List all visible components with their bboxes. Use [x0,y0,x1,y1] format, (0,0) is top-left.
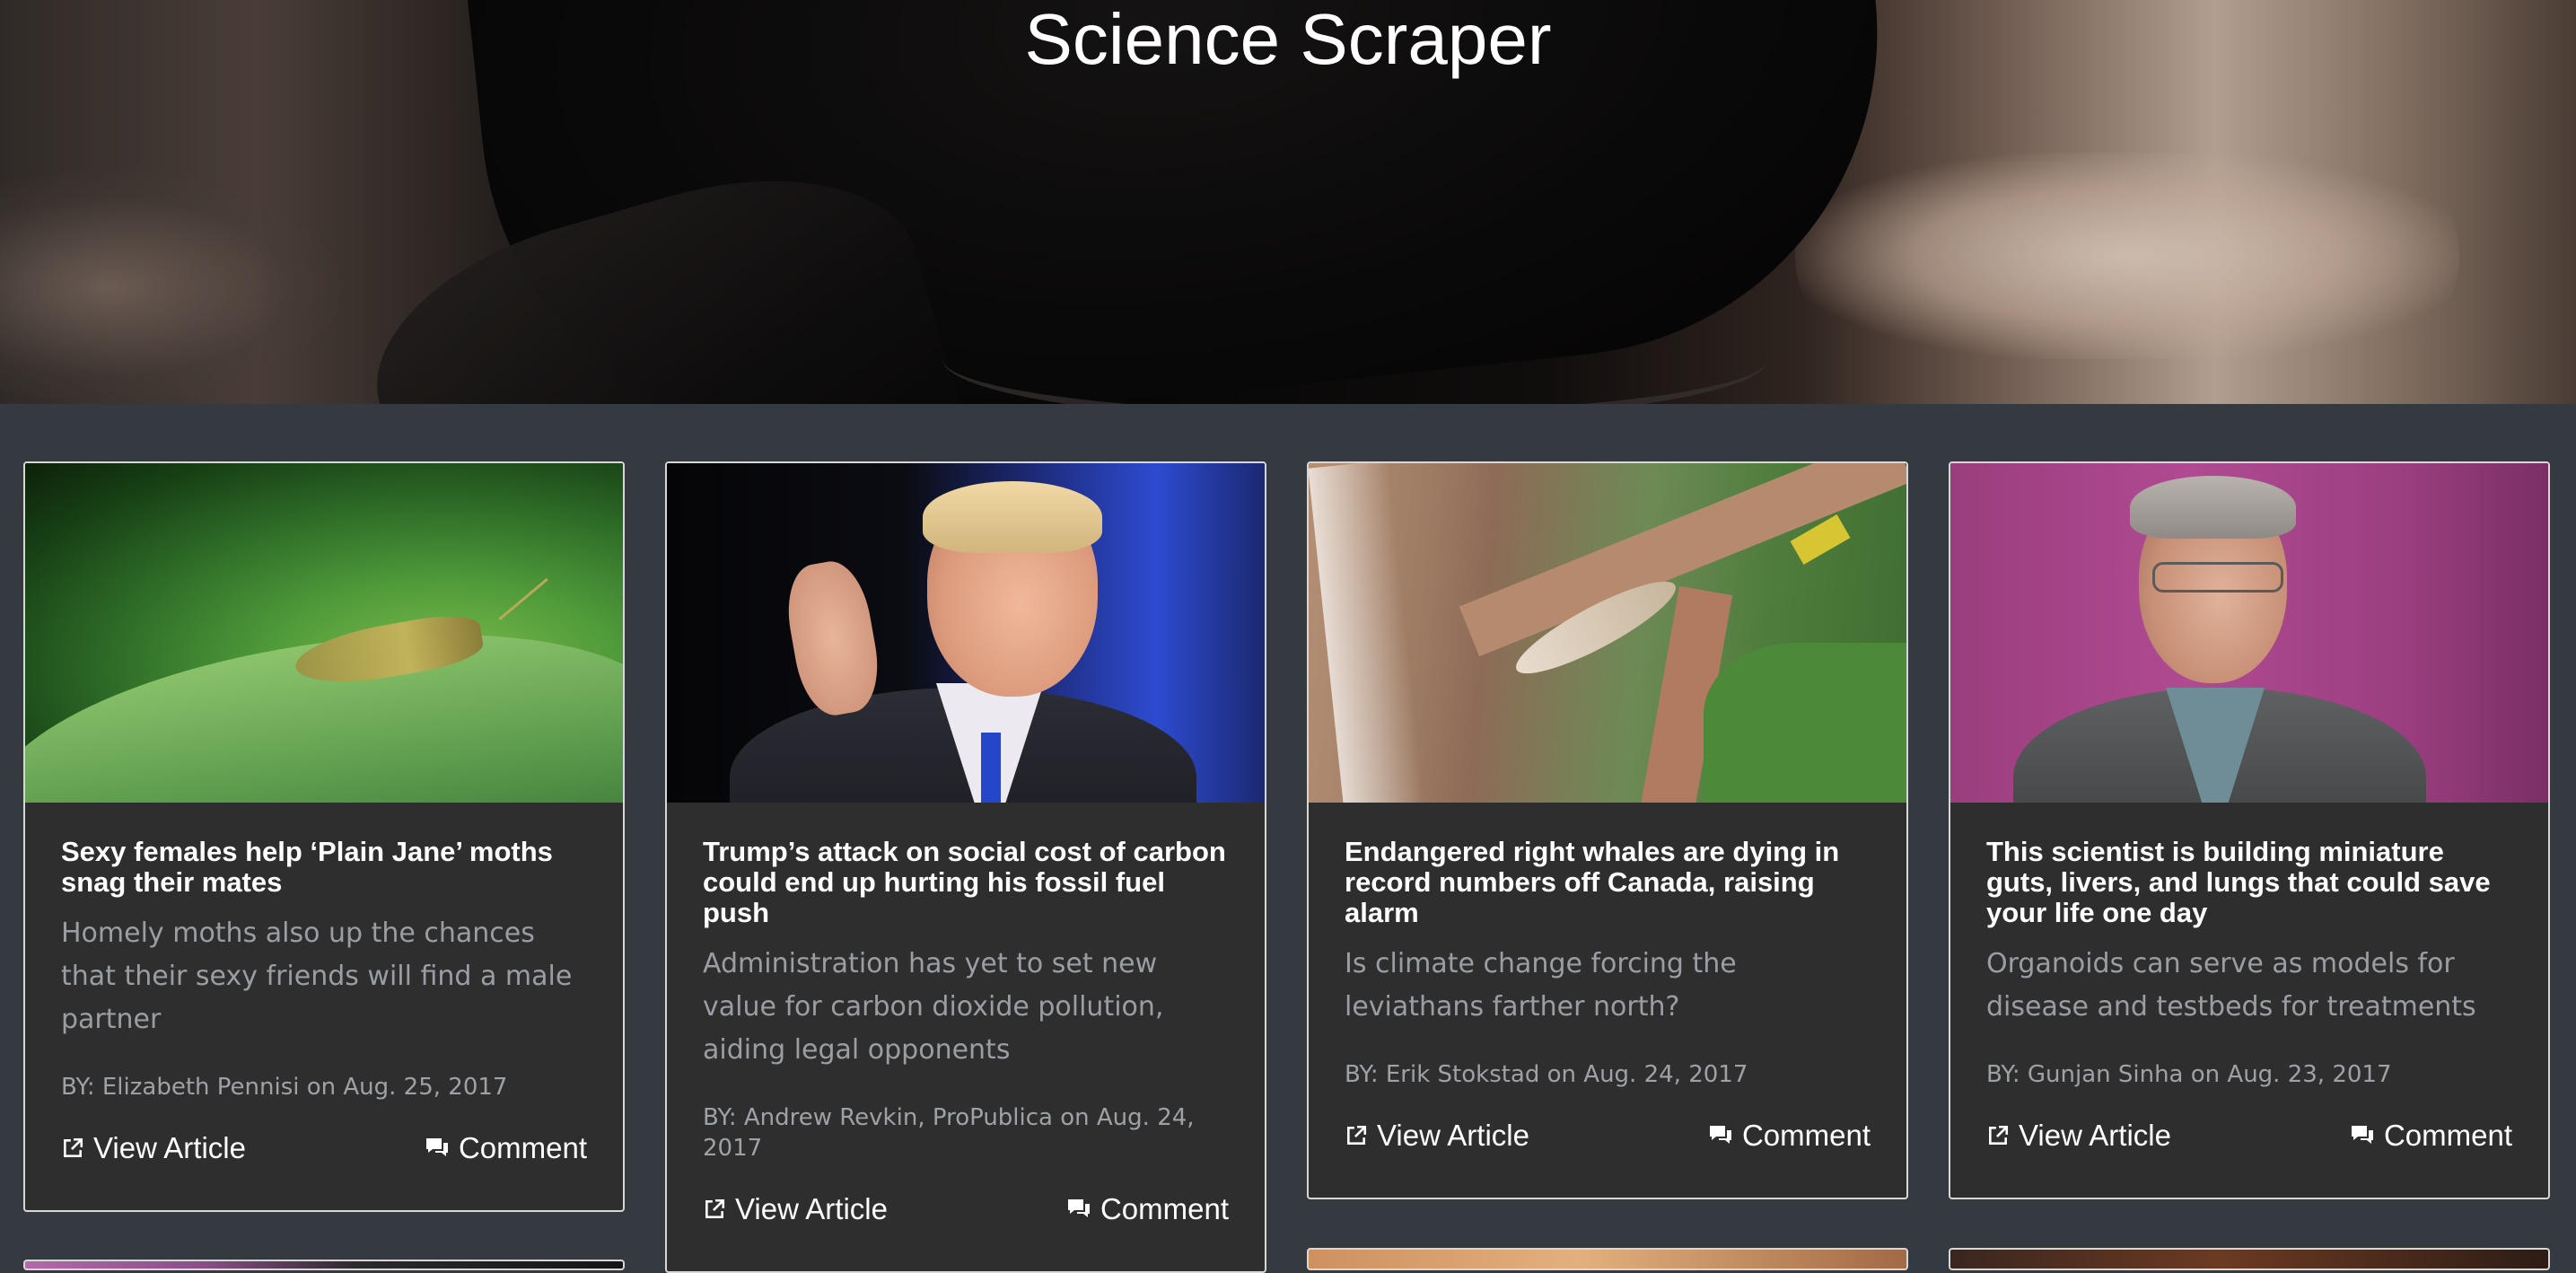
comment-button[interactable]: Comment [2350,1119,2512,1153]
article-image[interactable] [25,463,623,803]
article-byline: BY: Gunjan Sinha on Aug. 23, 2017 [1986,1061,2392,1088]
article-image[interactable] [1309,463,1906,803]
article-card: Endangered right whales are dying in rec… [1307,461,1908,1199]
card-body: Endangered right whales are dying in rec… [1309,803,1906,1198]
article-title[interactable]: Trump’s attack on social cost of carbon … [703,837,1229,928]
comment-icon [1066,1198,1091,1221]
article-card: This scientist is building miniature gut… [1949,461,2550,1199]
card-actions: View Article Comment [703,1187,1229,1271]
external-link-icon [61,1137,84,1160]
view-article-link[interactable]: View Article [703,1192,888,1226]
card-actions: View Article Comment [1986,1113,2512,1198]
hair-shape [923,481,1102,553]
article-card-next-row[interactable] [1949,1248,2550,1270]
hair-shape [2130,476,2296,539]
tie-shape [981,733,1001,803]
moth-antenna [498,577,548,621]
comment-icon [2350,1124,2375,1147]
view-article-link[interactable]: View Article [61,1131,246,1165]
article-byline: BY: Andrew Revkin, ProPublica on Aug. 24… [703,1104,1195,1162]
leaf-shape [25,596,623,803]
comment-label: Comment [2383,1119,2512,1152]
article-card: Trump’s attack on social cost of carbon … [665,461,1266,1273]
view-article-label: View Article [1377,1119,1529,1152]
comment-icon [425,1137,450,1160]
external-link-icon [1986,1124,2010,1147]
card-actions: View Article Comment [61,1126,587,1210]
article-title[interactable]: Endangered right whales are dying in rec… [1345,837,1871,928]
article-card-next-row[interactable] [1307,1248,1908,1270]
card-body: Sexy females help ‘Plain Jane’ moths sna… [25,803,623,1210]
view-article-link[interactable]: View Article [1986,1119,2171,1153]
article-byline: BY: Erik Stokstad on Aug. 24, 2017 [1345,1061,1748,1088]
comment-label: Comment [1741,1119,1871,1152]
article-description: Is climate change forcing the leviathans… [1345,948,1737,1023]
comment-label: Comment [1100,1192,1229,1225]
comment-button[interactable]: Comment [425,1131,587,1165]
grass-field [1704,643,1906,803]
shoreline-surf [1309,463,1426,803]
card-body: This scientist is building miniature gut… [1950,803,2548,1198]
comment-button[interactable]: Comment [1066,1192,1229,1226]
article-card: Sexy females help ‘Plain Jane’ moths sna… [23,461,625,1212]
external-link-icon [1345,1124,1368,1147]
comment-icon [1708,1124,1733,1147]
external-link-icon [703,1198,726,1221]
hero-banner: Science Scraper [0,0,2576,404]
comment-label: Comment [458,1131,587,1164]
article-description: Administration has yet to set new value … [703,948,1164,1066]
comment-button[interactable]: Comment [1708,1119,1871,1153]
glasses-shape [2152,562,2283,593]
article-byline: BY: Elizabeth Pennisi on Aug. 25, 2017 [61,1074,508,1101]
view-article-link[interactable]: View Article [1345,1119,1529,1153]
view-article-label: View Article [93,1131,246,1164]
article-card-next-row[interactable] [23,1260,625,1270]
article-title[interactable]: Sexy females help ‘Plain Jane’ moths sna… [61,837,587,898]
page-title: Science Scraper [1024,0,1552,79]
card-body: Trump’s attack on social cost of carbon … [667,803,1265,1271]
article-image[interactable] [667,463,1265,803]
hand-shape [779,556,887,721]
view-article-label: View Article [735,1192,888,1225]
article-image[interactable] [1950,463,2548,803]
card-actions: View Article Comment [1345,1113,1871,1198]
article-description: Organoids can serve as models for diseas… [1986,948,2476,1023]
article-title[interactable]: This scientist is building miniature gut… [1986,837,2512,928]
article-description: Homely moths also up the chances that th… [61,917,573,1035]
view-article-label: View Article [2019,1119,2171,1152]
